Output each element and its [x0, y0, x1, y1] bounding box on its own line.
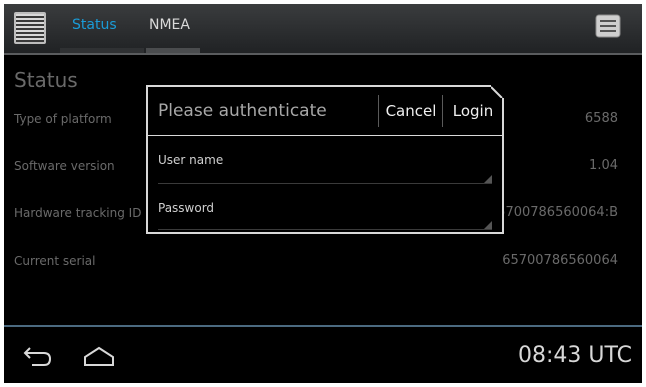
dialog-divider [378, 95, 379, 127]
status-label-hardware-id: Hardware tracking ID [14, 206, 142, 220]
resize-handle-icon [484, 175, 492, 183]
tab-nmea-indicator [146, 48, 200, 53]
login-button[interactable]: Login [444, 87, 502, 135]
system-nav-bar: 08:43 UTC [4, 325, 642, 383]
home-icon[interactable] [82, 345, 116, 371]
device-screen: Status NMEA Status Type of platform 6588… [4, 4, 642, 383]
status-label-software: Software version [14, 159, 115, 173]
page-title: Status [14, 68, 78, 92]
username-underline [158, 183, 492, 184]
menu-list-icon[interactable] [14, 12, 46, 44]
overflow-menu-icon[interactable] [593, 14, 623, 40]
clock: 08:43 UTC [517, 343, 632, 368]
cancel-button[interactable]: Cancel [380, 87, 442, 135]
status-label-serial: Current serial [14, 254, 96, 268]
dialog-divider [442, 95, 443, 127]
tab-nmea[interactable]: NMEA [149, 17, 190, 33]
resize-handle-icon [484, 221, 492, 229]
dialog-header: Please authenticate Cancel Login [148, 87, 502, 136]
tab-status[interactable]: Status [72, 17, 117, 33]
password-field[interactable] [158, 211, 478, 229]
back-arrow-icon[interactable] [20, 345, 54, 371]
tab-status-indicator [60, 48, 144, 53]
password-underline [158, 229, 492, 230]
top-action-bar: Status NMEA [4, 4, 642, 55]
status-label-platform: Type of platform [14, 112, 112, 126]
status-value-platform: 6588 [584, 111, 618, 126]
status-value-hardware-id: 65700786560064:B [488, 205, 618, 220]
status-value-software: 1.04 [589, 158, 618, 173]
authenticate-dialog: Please authenticate Cancel Login User na… [146, 84, 505, 234]
dialog-title: Please authenticate [158, 101, 327, 121]
status-value-serial: 65700786560064 [502, 253, 618, 268]
username-field[interactable] [158, 165, 478, 183]
